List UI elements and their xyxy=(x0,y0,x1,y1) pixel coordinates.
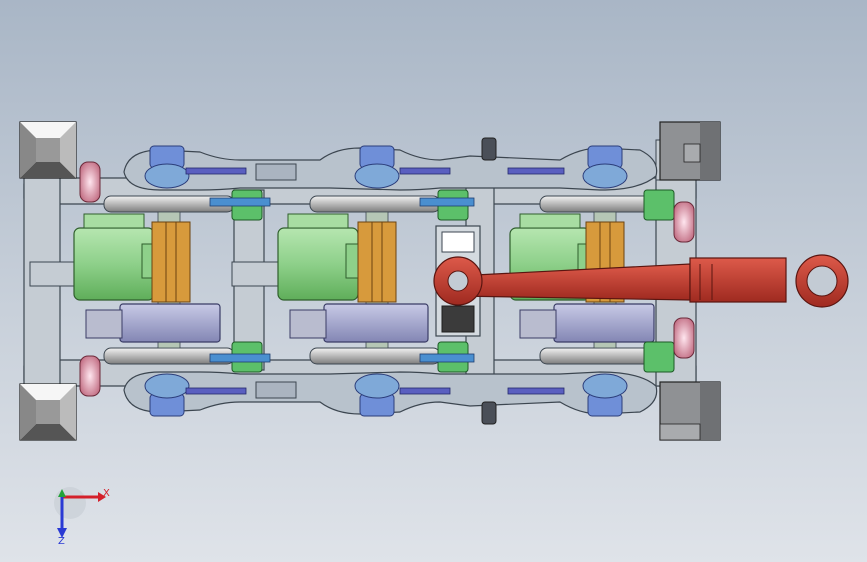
z-axis-label: Z xyxy=(58,536,65,547)
x-axis-label: X xyxy=(103,488,110,499)
coordinate-triad: X Z xyxy=(54,487,110,547)
cad-viewport[interactable]: X Z xyxy=(0,0,867,562)
triad-sphere xyxy=(54,487,86,519)
